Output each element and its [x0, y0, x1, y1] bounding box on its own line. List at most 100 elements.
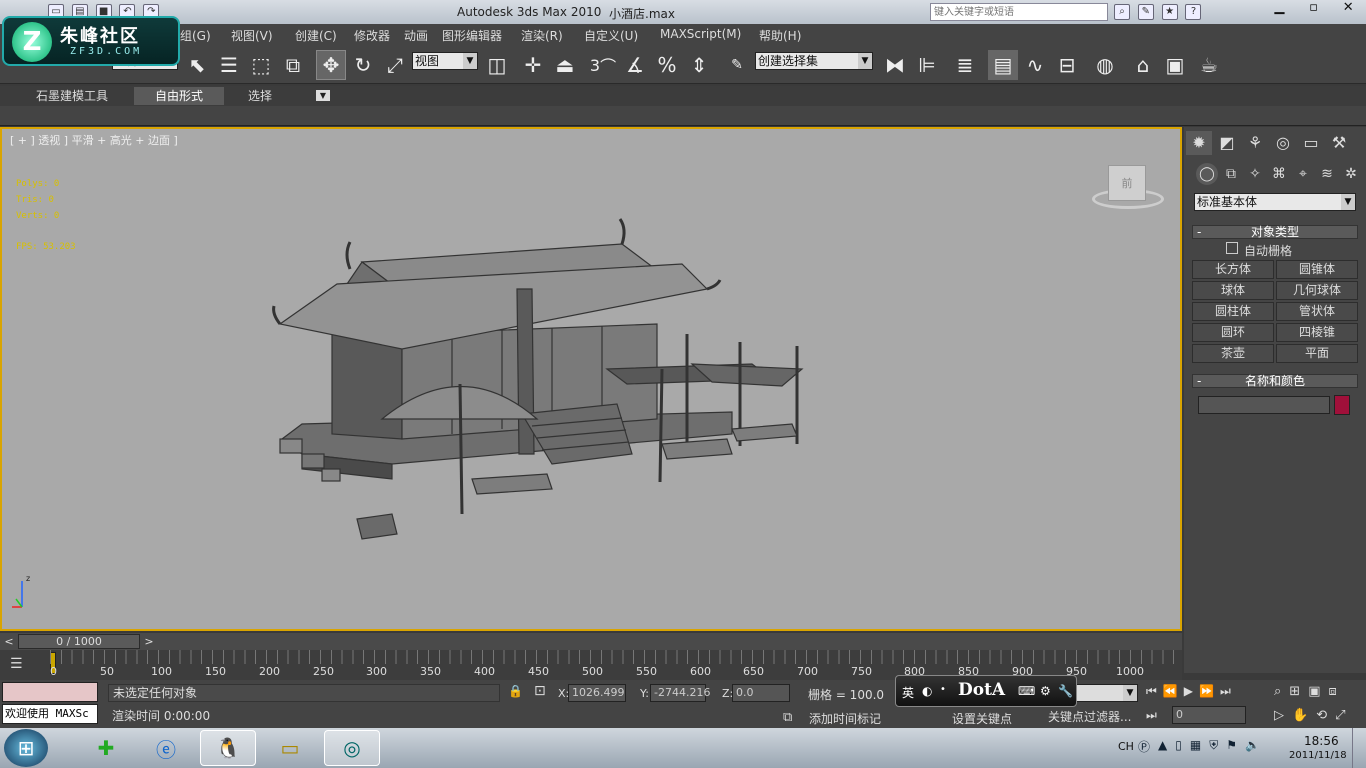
ribbon-options-icon[interactable]: ▼ — [316, 90, 330, 101]
tube-button[interactable]: 管状体 — [1276, 302, 1358, 321]
key-mode-toggle-icon[interactable]: ⏭ — [1146, 708, 1157, 723]
rendered-frame-icon[interactable]: ▣ — [1160, 50, 1190, 80]
space-warps-icon[interactable]: ≋ — [1316, 163, 1338, 185]
teapot-button[interactable]: 茶壶 — [1192, 344, 1274, 363]
select-and-move-icon[interactable]: ✥ — [316, 50, 346, 80]
moon-icon[interactable]: ◐ — [922, 684, 932, 698]
select-object-icon[interactable]: ⬉ — [182, 50, 212, 80]
select-and-scale-icon[interactable]: ⤢ — [380, 50, 410, 80]
layer-manager-icon[interactable]: ≣ — [950, 50, 980, 80]
help-search-input[interactable] — [930, 3, 1108, 21]
current-frame-input[interactable]: 0 — [1172, 706, 1246, 724]
tab-selection[interactable]: 选择 — [238, 87, 282, 105]
select-and-rotate-icon[interactable]: ↻ — [348, 50, 378, 80]
snap-toggle-icon[interactable]: 3 ⌒ — [588, 50, 618, 80]
motion-panel-icon[interactable]: ◎ — [1270, 131, 1296, 155]
x-coordinate-field[interactable]: 1026.499 — [568, 684, 626, 702]
render-setup-icon[interactable]: ⌂ — [1128, 50, 1158, 80]
menu-modifiers[interactable]: 修改器 — [354, 27, 390, 44]
lights-icon[interactable]: ✧ — [1244, 163, 1266, 185]
menu-customize[interactable]: 自定义(U) — [584, 27, 638, 44]
ime-settings-icon[interactable]: ⚙ — [1040, 684, 1051, 698]
360-safe-icon[interactable]: ✚ — [78, 730, 134, 766]
pan-icon[interactable]: ✋ — [1292, 708, 1308, 723]
selection-lock-icon[interactable]: 🔒 — [508, 684, 523, 698]
systems-icon[interactable]: ✲ — [1340, 163, 1362, 185]
perspective-viewport[interactable]: [ + ] 透视 ] 平滑 + 高光 + 边面 ] Polys: 0 Tris:… — [0, 127, 1182, 631]
next-frame-icon[interactable]: > — [142, 635, 156, 648]
tab-graphite-modeling[interactable]: 石墨建模工具 — [26, 87, 118, 105]
absolute-mode-icon[interactable]: ⊡ — [534, 683, 546, 699]
menu-rendering[interactable]: 渲染(R) — [521, 27, 563, 44]
window-crossing-icon[interactable]: ⧉ — [278, 50, 308, 80]
reference-coord-dropdown[interactable]: 视图 ▼ — [412, 52, 478, 70]
menu-group[interactable]: 组(G) — [180, 27, 211, 44]
cylinder-button[interactable]: 圆柱体 — [1192, 302, 1274, 321]
menu-animation[interactable]: 动画 — [404, 27, 428, 44]
prev-frame-icon[interactable]: < — [2, 635, 16, 648]
show-desktop-button[interactable] — [1352, 728, 1366, 768]
spinner-snap-icon[interactable]: ⇕ — [684, 50, 714, 80]
zoom-extents-icon[interactable]: ▣ — [1308, 684, 1320, 699]
create-panel-icon[interactable]: ✹ — [1186, 131, 1212, 155]
object-name-input[interactable] — [1198, 396, 1330, 414]
cone-button[interactable]: 圆锥体 — [1276, 260, 1358, 279]
viewcube-face[interactable]: 前 — [1108, 165, 1146, 201]
ime-tray-icon[interactable]: Ⓟ — [1138, 738, 1150, 755]
network-icon[interactable]: ▦ — [1190, 738, 1201, 755]
menu-graph-editors[interactable]: 图形编辑器 — [442, 27, 502, 44]
sphere-button[interactable]: 球体 — [1192, 281, 1274, 300]
time-tag-icon[interactable]: ⧉ — [783, 710, 792, 725]
zoom-icon[interactable]: ⌕ — [1274, 684, 1281, 699]
favorites-star-icon[interactable]: ★ — [1161, 4, 1178, 20]
display-panel-icon[interactable]: ▭ — [1298, 131, 1324, 155]
qq-icon[interactable]: 🐧 — [200, 730, 256, 766]
torus-button[interactable]: 圆环 — [1192, 323, 1274, 342]
mirror-icon[interactable]: ⧓ — [880, 50, 910, 80]
communication-center-icon[interactable]: ✎ — [1137, 4, 1154, 20]
helpers-icon[interactable]: ⌖ — [1292, 163, 1314, 185]
object-type-rollout-header[interactable]: - 对象类型 — [1192, 225, 1358, 239]
menu-help[interactable]: 帮助(H) — [759, 27, 801, 44]
plane-button[interactable]: 平面 — [1276, 344, 1358, 363]
minimize-icon[interactable]: ▁ — [1274, 0, 1284, 18]
show-hidden-icon[interactable]: ▲ — [1158, 738, 1167, 755]
key-filters-button[interactable]: 关键点过滤器... — [1048, 708, 1131, 725]
pivot-center-icon[interactable]: ◫ — [482, 50, 512, 80]
clock-time[interactable]: 18:56 — [1304, 734, 1339, 748]
object-color-swatch[interactable] — [1334, 395, 1350, 415]
orbit-icon[interactable]: ⟲ — [1316, 708, 1327, 723]
security-icon[interactable]: ⛨ — [1209, 738, 1218, 755]
tab-freeform[interactable]: 自由形式 — [134, 87, 224, 105]
wrench-icon[interactable]: 🔧 — [1058, 684, 1073, 698]
ime-language[interactable]: 英 — [902, 684, 914, 701]
close-icon[interactable]: ✕ — [1343, 0, 1354, 18]
object-category-dropdown[interactable]: 标准基本体 ▼ — [1194, 193, 1356, 211]
play-icon[interactable]: ▶ — [1184, 684, 1193, 699]
utilities-panel-icon[interactable]: ⚒ — [1326, 131, 1352, 155]
field-of-view-icon[interactable]: ▷ — [1274, 708, 1284, 723]
modify-panel-icon[interactable]: ◩ — [1214, 131, 1240, 155]
add-time-tag-button[interactable]: 添加时间标记 — [809, 710, 881, 727]
select-manipulate-icon[interactable]: ✛ — [518, 50, 548, 80]
viewport-label[interactable]: [ + ] 透视 ] 平滑 + 高光 + 边面 ] — [10, 132, 178, 148]
pyramid-button[interactable]: 四棱锥 — [1276, 323, 1358, 342]
3dsmax-taskbar-icon[interactable]: ◎ — [324, 730, 380, 766]
go-to-end-icon[interactable]: ⏭ — [1220, 684, 1231, 699]
next-key-icon[interactable]: ⏩ — [1199, 684, 1214, 699]
flag-icon[interactable]: ⚑ — [1226, 738, 1237, 755]
menu-views[interactable]: 视图(V) — [231, 27, 273, 44]
tray-app-icon[interactable]: ▯ — [1175, 738, 1182, 755]
keyboard-shortcut-override-icon[interactable]: ⏏ — [550, 50, 580, 80]
maxscript-mini-listener[interactable]: 欢迎使用 MAXSc — [2, 704, 98, 724]
viewcube[interactable]: 前 — [1092, 163, 1164, 211]
volume-icon[interactable]: 🔈 — [1245, 738, 1260, 755]
set-key-button[interactable]: 设置关键点 — [952, 710, 1012, 727]
zoom-all-icon[interactable]: ⊞ — [1289, 684, 1300, 699]
rect-selection-icon[interactable]: ⬚ — [246, 50, 276, 80]
percent-snap-icon[interactable]: % — [652, 50, 682, 80]
prev-key-icon[interactable]: ⏪ — [1163, 684, 1178, 699]
box-button[interactable]: 长方体 — [1192, 260, 1274, 279]
maximize-icon[interactable]: ▫ — [1309, 0, 1318, 18]
auto-grid-checkbox[interactable] — [1226, 242, 1238, 254]
